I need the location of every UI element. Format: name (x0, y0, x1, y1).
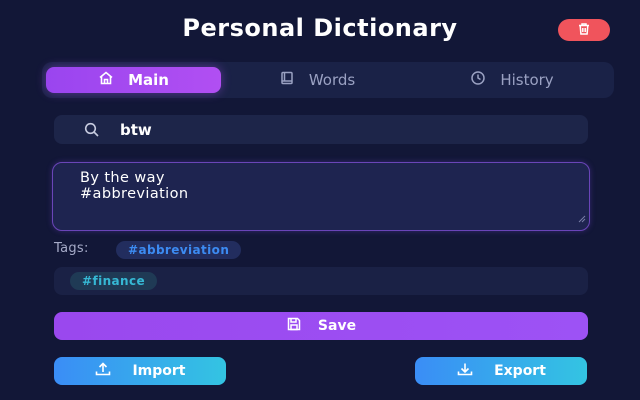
tab-words-label: Words (308, 71, 356, 89)
tab-history-label: History (500, 71, 554, 89)
available-tags-row: #finance (54, 267, 588, 295)
page-title: Personal Dictionary (182, 14, 458, 42)
search-icon (84, 122, 100, 142)
clock-icon (470, 70, 486, 90)
home-icon (98, 70, 114, 90)
tab-main-label: Main (128, 71, 169, 89)
definition-textarea[interactable]: By the way #abbreviation (80, 170, 570, 224)
tag-chip-finance[interactable]: #finance (70, 272, 158, 290)
definition-editor: By the way #abbreviation (52, 162, 590, 231)
book-icon (279, 70, 295, 90)
tab-main[interactable]: Main (46, 67, 221, 93)
save-icon (286, 316, 302, 336)
import-label: Import (132, 363, 186, 379)
tab-words[interactable]: Words (242, 67, 392, 93)
tag-chip-abbreviation[interactable]: #abbreviation (116, 241, 242, 259)
tags-label: Tags: (54, 241, 89, 256)
search-bar (54, 115, 588, 144)
export-label: Export (494, 363, 546, 379)
import-button[interactable]: Import (54, 357, 226, 385)
tab-bar: Main Words History (42, 62, 614, 98)
resize-handle-icon[interactable] (577, 208, 586, 227)
download-icon (456, 361, 474, 381)
trash-icon (577, 21, 591, 40)
upload-icon (94, 361, 112, 381)
save-label: Save (317, 318, 357, 334)
tab-history[interactable]: History (427, 67, 597, 93)
export-button[interactable]: Export (415, 357, 587, 385)
clear-all-button[interactable] (558, 19, 610, 41)
save-button[interactable]: Save (54, 312, 588, 340)
search-input[interactable] (120, 115, 570, 144)
